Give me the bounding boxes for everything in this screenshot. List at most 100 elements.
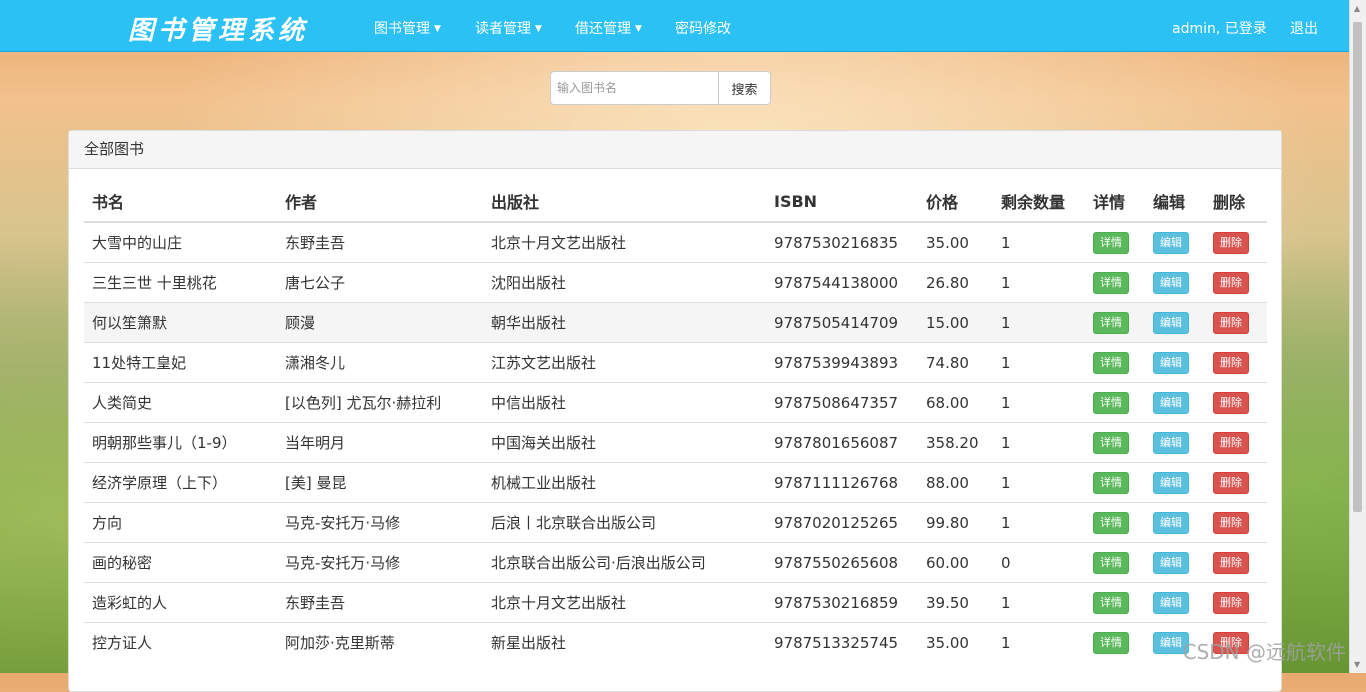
detail-button[interactable]: 详情 (1093, 631, 1129, 654)
vertical-scrollbar[interactable]: ▲ ▼ (1349, 0, 1366, 673)
app-brand[interactable]: 图书管理系统 (128, 10, 308, 47)
action-cell: 编辑 (1145, 302, 1205, 343)
top-navbar: 图书管理系统 图书管理 ▼ 读者管理 ▼ 借还管理 ▼ 密码修改 admin, 已登录… (0, 0, 1350, 52)
nav-book-management[interactable]: 图书管理 ▼ (374, 18, 441, 38)
cell-price: 26.80 (918, 262, 993, 303)
cell-price: 99.80 (918, 502, 993, 543)
nav-borrow-return-management[interactable]: 借还管理 ▼ (575, 18, 642, 38)
cell-book-name: 何以笙箫默 (84, 302, 277, 343)
detail-button[interactable]: 详情 (1093, 391, 1129, 414)
delete-button[interactable]: 删除 (1213, 311, 1249, 334)
cell-price: 35.00 (918, 622, 993, 662)
detail-button[interactable]: 详情 (1093, 511, 1129, 534)
detail-button[interactable]: 详情 (1093, 591, 1129, 614)
cell-publisher: 新星出版社 (483, 622, 766, 662)
table-row: 三生三世 十里桃花 唐七公子 沈阳出版社 9787544138000 26.80 1 详情 编… (84, 262, 1267, 303)
cell-author: 马克-安托万·马修 (277, 542, 483, 583)
detail-button[interactable]: 详情 (1093, 231, 1129, 254)
delete-button[interactable]: 删除 (1213, 551, 1249, 574)
delete-button[interactable]: 删除 (1213, 231, 1249, 254)
delete-button[interactable]: 删除 (1213, 591, 1249, 614)
cell-book-name: 控方证人 (84, 622, 277, 662)
nav-label: 读者管理 (475, 21, 531, 37)
cell-price: 68.00 (918, 382, 993, 423)
cell-author: [以色列] 尤瓦尔·赫拉利 (277, 382, 483, 423)
cell-book-name: 三生三世 十里桃花 (84, 262, 277, 303)
cell-publisher: 中信出版社 (483, 382, 766, 423)
delete-button[interactable]: 删除 (1213, 471, 1249, 494)
search-input[interactable] (550, 71, 718, 105)
table-row: 方向 马克-安托万·马修 后浪丨北京联合出版公司 9787020125265 99.80… (84, 502, 1267, 543)
cell-isbn: 9787111126768 (766, 462, 918, 503)
detail-button[interactable]: 详情 (1093, 351, 1129, 374)
scroll-down-arrow-icon[interactable]: ▼ (1354, 660, 1360, 669)
edit-button[interactable]: 编辑 (1153, 311, 1189, 334)
action-cell: 删除 (1205, 302, 1267, 343)
header-author: 作者 (277, 181, 483, 223)
action-cell: 删除 (1205, 462, 1267, 503)
user-status[interactable]: admin, 已登录 (1172, 18, 1267, 38)
cell-remaining: 1 (993, 342, 1085, 383)
books-table: 书名 作者 出版社 ISBN 价格 剩余数量 详情 编辑 删除 大雪中的山庄 东野… (84, 181, 1267, 662)
cell-remaining: 1 (993, 462, 1085, 503)
nav-change-password[interactable]: 密码修改 (675, 18, 731, 38)
cell-book-name: 经济学原理（上下） (84, 462, 277, 503)
action-cell: 详情 (1085, 462, 1145, 503)
edit-button[interactable]: 编辑 (1153, 471, 1189, 494)
cell-author: 顾漫 (277, 302, 483, 343)
delete-button[interactable]: 删除 (1213, 391, 1249, 414)
detail-button[interactable]: 详情 (1093, 471, 1129, 494)
delete-button[interactable]: 删除 (1213, 271, 1249, 294)
cell-price: 88.00 (918, 462, 993, 503)
nav-reader-management[interactable]: 读者管理 ▼ (475, 18, 542, 38)
cell-isbn: 9787544138000 (766, 262, 918, 303)
action-cell: 编辑 (1145, 221, 1205, 263)
scroll-up-arrow-icon[interactable]: ▲ (1354, 4, 1360, 13)
cell-book-name: 大雪中的山庄 (84, 221, 277, 263)
cell-isbn: 9787505414709 (766, 302, 918, 343)
action-cell: 删除 (1205, 422, 1267, 463)
nav-label: 图书管理 (374, 21, 430, 37)
cell-isbn: 9787513325745 (766, 622, 918, 662)
detail-button[interactable]: 详情 (1093, 271, 1129, 294)
cell-remaining: 1 (993, 302, 1085, 343)
cell-isbn: 9787508647357 (766, 382, 918, 423)
edit-button[interactable]: 编辑 (1153, 551, 1189, 574)
edit-button[interactable]: 编辑 (1153, 391, 1189, 414)
table-row: 何以笙箫默 顾漫 朝华出版社 9787505414709 15.00 1 详情 编辑 删除 (84, 302, 1267, 343)
delete-button[interactable]: 删除 (1213, 511, 1249, 534)
table-row: 人类简史 [以色列] 尤瓦尔·赫拉利 中信出版社 9787508647357 68.00… (84, 382, 1267, 423)
cell-price: 74.80 (918, 342, 993, 383)
table-row: 画的秘密 马克-安托万·马修 北京联合出版公司·后浪出版公司 978755026560… (84, 542, 1267, 583)
caret-down-icon: ▼ (434, 24, 441, 34)
cell-book-name: 11处特工皇妃 (84, 342, 277, 383)
edit-button[interactable]: 编辑 (1153, 351, 1189, 374)
action-cell: 编辑 (1145, 462, 1205, 503)
delete-button[interactable]: 删除 (1213, 351, 1249, 374)
logout-link[interactable]: 退出 (1290, 18, 1318, 38)
edit-button[interactable]: 编辑 (1153, 591, 1189, 614)
edit-button[interactable]: 编辑 (1153, 431, 1189, 454)
action-cell: 详情 (1085, 422, 1145, 463)
detail-button[interactable]: 详情 (1093, 431, 1129, 454)
cell-publisher: 机械工业出版社 (483, 462, 766, 503)
action-cell: 编辑 (1145, 262, 1205, 303)
search-button[interactable]: 搜索 (718, 71, 771, 105)
detail-button[interactable]: 详情 (1093, 551, 1129, 574)
scrollbar-thumb[interactable] (1353, 22, 1362, 512)
table-header-row: 书名 作者 出版社 ISBN 价格 剩余数量 详情 编辑 删除 (84, 181, 1267, 223)
cell-book-name: 明朝那些事儿（1-9） (84, 422, 277, 463)
delete-button[interactable]: 删除 (1213, 431, 1249, 454)
table-row: 控方证人 阿加莎·克里斯蒂 新星出版社 9787513325745 35.00 1 详情 编辑… (84, 622, 1267, 662)
edit-button[interactable]: 编辑 (1153, 231, 1189, 254)
detail-button[interactable]: 详情 (1093, 311, 1129, 334)
cell-price: 15.00 (918, 302, 993, 343)
edit-button[interactable]: 编辑 (1153, 511, 1189, 534)
action-cell: 删除 (1205, 542, 1267, 583)
cell-book-name: 方向 (84, 502, 277, 543)
cell-author: 东野圭吾 (277, 221, 483, 263)
action-cell: 详情 (1085, 622, 1145, 662)
table-row: 明朝那些事儿（1-9） 当年明月 中国海关出版社 9787801656087 358.2… (84, 422, 1267, 463)
books-panel: 全部图书 书名 作者 出版社 ISBN 价格 剩余数量 详情 编辑 删除 大雪中… (68, 130, 1282, 692)
edit-button[interactable]: 编辑 (1153, 271, 1189, 294)
